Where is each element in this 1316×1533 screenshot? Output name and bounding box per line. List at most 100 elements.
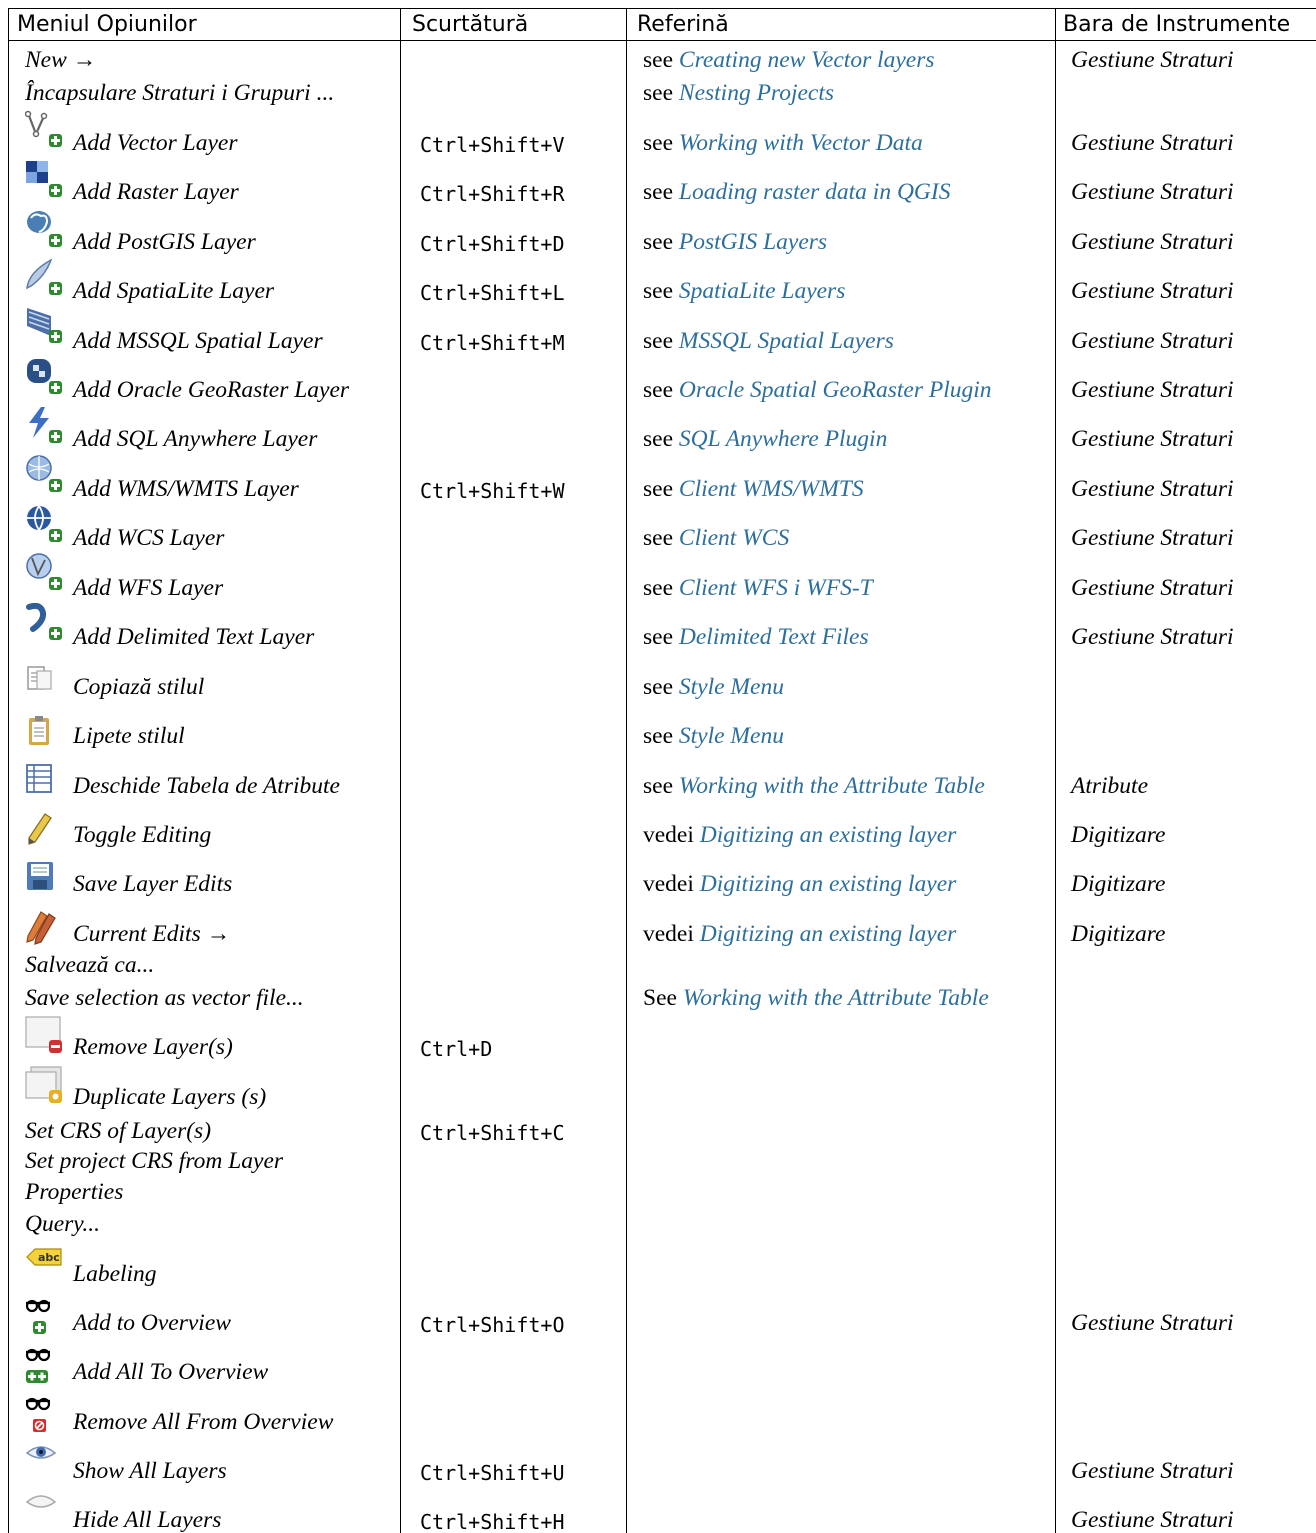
reference-link[interactable]: Working with the Attribute Table bbox=[683, 985, 989, 1011]
reference-prefix: see bbox=[643, 525, 679, 551]
toolbar-name: Gestiune Straturi bbox=[1071, 1310, 1234, 1336]
toolbar-name: Gestiune Straturi bbox=[1071, 130, 1234, 156]
reference-cell: see SQL Anywhere Plugin bbox=[643, 426, 887, 453]
toolbar-name: Digitizare bbox=[1071, 921, 1166, 947]
column-divider bbox=[1055, 8, 1056, 1533]
reference-prefix: see bbox=[643, 130, 679, 156]
menu-option-label: Properties bbox=[25, 1179, 124, 1205]
reference-link[interactable]: Digitizing an existing layer bbox=[700, 822, 957, 848]
menu-option-label: Current Edits → bbox=[73, 921, 231, 947]
toolbar-name: Gestiune Straturi bbox=[1071, 624, 1234, 650]
reference-cell: see Delimited Text Files bbox=[643, 624, 869, 651]
reference-cell: vedei Digitizing an existing layer bbox=[643, 822, 956, 849]
menu-option-label: Add to Overview bbox=[73, 1310, 231, 1336]
menu-option-label: Add Raster Layer bbox=[73, 179, 239, 205]
reference-cell: see SpatiaLite Layers bbox=[643, 278, 845, 305]
reference-link[interactable]: MSSQL Spatial Layers bbox=[679, 328, 894, 354]
shortcut-text: Ctrl+Shift+U bbox=[420, 1461, 565, 1485]
reference-prefix: vedei bbox=[643, 822, 700, 848]
menu-option-label: Copiază stilul bbox=[73, 674, 205, 700]
reference-prefix: see bbox=[643, 426, 679, 452]
labeling-icon: abc bbox=[25, 1247, 63, 1285]
reference-link[interactable]: Working with the Attribute Table bbox=[679, 773, 985, 799]
reference-link[interactable]: Working with Vector Data bbox=[679, 130, 923, 156]
menu-option-label: Show All Layers bbox=[73, 1458, 227, 1484]
reference-cell: see Client WMS/WMTS bbox=[643, 476, 864, 503]
reference-prefix: see bbox=[643, 476, 679, 502]
reference-link[interactable]: Style Menu bbox=[679, 723, 784, 749]
toolbar-name: Gestiune Straturi bbox=[1071, 179, 1234, 205]
svg-text:abc: abc bbox=[38, 1251, 60, 1264]
menu-option-label: Hide All Layers bbox=[73, 1507, 222, 1533]
reference-cell: see Creating new Vector layers bbox=[643, 47, 935, 74]
reference-link[interactable]: Digitizing an existing layer bbox=[700, 921, 957, 947]
reference-prefix: see bbox=[643, 773, 679, 799]
add-postgis-layer-icon bbox=[25, 210, 63, 248]
add-oracle-georaster-layer-icon bbox=[25, 357, 63, 395]
menu-option-label: Add Vector Layer bbox=[73, 130, 238, 156]
reference-link[interactable]: Client WFS i WFS-T bbox=[679, 575, 873, 601]
menu-option-label: Add MSSQL Spatial Layer bbox=[73, 328, 323, 354]
reference-link[interactable]: Loading raster data in QGIS bbox=[679, 179, 951, 205]
menu-options-table: Meniul Opiunilor Scurtătură Referină Bar… bbox=[8, 8, 1316, 1533]
reference-prefix: See bbox=[643, 985, 683, 1011]
reference-prefix: see bbox=[643, 80, 679, 106]
toolbar-name: Gestiune Straturi bbox=[1071, 525, 1234, 551]
reference-link[interactable]: SpatiaLite Layers bbox=[679, 278, 845, 304]
reference-link[interactable]: Digitizing an existing layer bbox=[700, 871, 957, 897]
reference-cell: vedei Digitizing an existing layer bbox=[643, 921, 956, 948]
attribute-table-icon bbox=[25, 763, 63, 801]
menu-option-label: Save selection as vector file... bbox=[25, 985, 304, 1011]
menu-option-label: Add WFS Layer bbox=[73, 575, 224, 601]
menu-option-label: Încapsulare Straturi i Grupuri ... bbox=[25, 80, 335, 106]
reference-prefix: see bbox=[643, 179, 679, 205]
reference-link[interactable]: Creating new Vector layers bbox=[679, 47, 935, 73]
header-toolbar: Bara de Instrumente bbox=[1063, 12, 1291, 37]
hide-all-layers-icon bbox=[25, 1492, 63, 1530]
reference-link[interactable]: Style Menu bbox=[679, 674, 784, 700]
toolbar-name: Gestiune Straturi bbox=[1071, 575, 1234, 601]
reference-link[interactable]: Client WMS/WMTS bbox=[679, 476, 864, 502]
reference-cell: see Working with Vector Data bbox=[643, 130, 923, 157]
reference-cell: see Oracle Spatial GeoRaster Plugin bbox=[643, 377, 992, 404]
add-mssql-layer-icon bbox=[25, 306, 63, 344]
reference-link[interactable]: Nesting Projects bbox=[679, 80, 834, 106]
reference-cell: see MSSQL Spatial Layers bbox=[643, 328, 894, 355]
reference-cell: see Nesting Projects bbox=[643, 80, 834, 107]
menu-option-label: Add All To Overview bbox=[73, 1359, 269, 1385]
add-spatialite-layer-icon bbox=[25, 258, 63, 296]
reference-link[interactable]: Client WCS bbox=[679, 525, 789, 551]
add-to-overview-icon bbox=[25, 1298, 63, 1336]
reference-link[interactable]: PostGIS Layers bbox=[679, 229, 827, 255]
column-divider bbox=[626, 8, 627, 1533]
menu-option-label: Add WCS Layer bbox=[73, 525, 225, 551]
reference-link[interactable]: Delimited Text Files bbox=[679, 624, 869, 650]
show-all-layers-icon bbox=[25, 1443, 63, 1481]
reference-link[interactable]: Oracle Spatial GeoRaster Plugin bbox=[679, 377, 992, 403]
menu-option-label: Lipete stilul bbox=[73, 723, 185, 749]
reference-cell: see Client WCS bbox=[643, 525, 789, 552]
header-reference: Referină bbox=[637, 12, 729, 37]
menu-option-label: Remove Layer(s) bbox=[73, 1034, 233, 1060]
reference-cell: see Style Menu bbox=[643, 674, 784, 701]
toolbar-name: Digitizare bbox=[1071, 822, 1166, 848]
add-sql-anywhere-layer-icon bbox=[25, 406, 63, 444]
add-wms-layer-icon bbox=[25, 455, 63, 493]
reference-cell: See Working with the Attribute Table bbox=[643, 985, 989, 1012]
shortcut-text: Ctrl+Shift+L bbox=[420, 281, 565, 305]
reference-prefix: see bbox=[643, 47, 679, 73]
toolbar-name: Gestiune Straturi bbox=[1071, 1458, 1234, 1484]
add-all-to-overview-icon bbox=[25, 1347, 63, 1385]
menu-option-label: Set CRS of Layer(s) bbox=[25, 1118, 212, 1144]
menu-option-label: Deschide Tabela de Atribute bbox=[73, 773, 340, 799]
header-shortcut: Scurtătură bbox=[412, 12, 529, 37]
duplicate-layer-icon bbox=[25, 1066, 63, 1104]
reference-cell: see Style Menu bbox=[643, 723, 784, 750]
menu-option-label: New → bbox=[25, 47, 97, 73]
reference-cell: vedei Digitizing an existing layer bbox=[643, 871, 956, 898]
reference-link[interactable]: SQL Anywhere Plugin bbox=[679, 426, 887, 452]
toolbar-name: Gestiune Straturi bbox=[1071, 47, 1234, 73]
header-menu-option: Meniul Opiunilor bbox=[17, 12, 197, 37]
toolbar-name: Gestiune Straturi bbox=[1071, 1507, 1234, 1533]
paste-style-icon bbox=[25, 715, 63, 753]
